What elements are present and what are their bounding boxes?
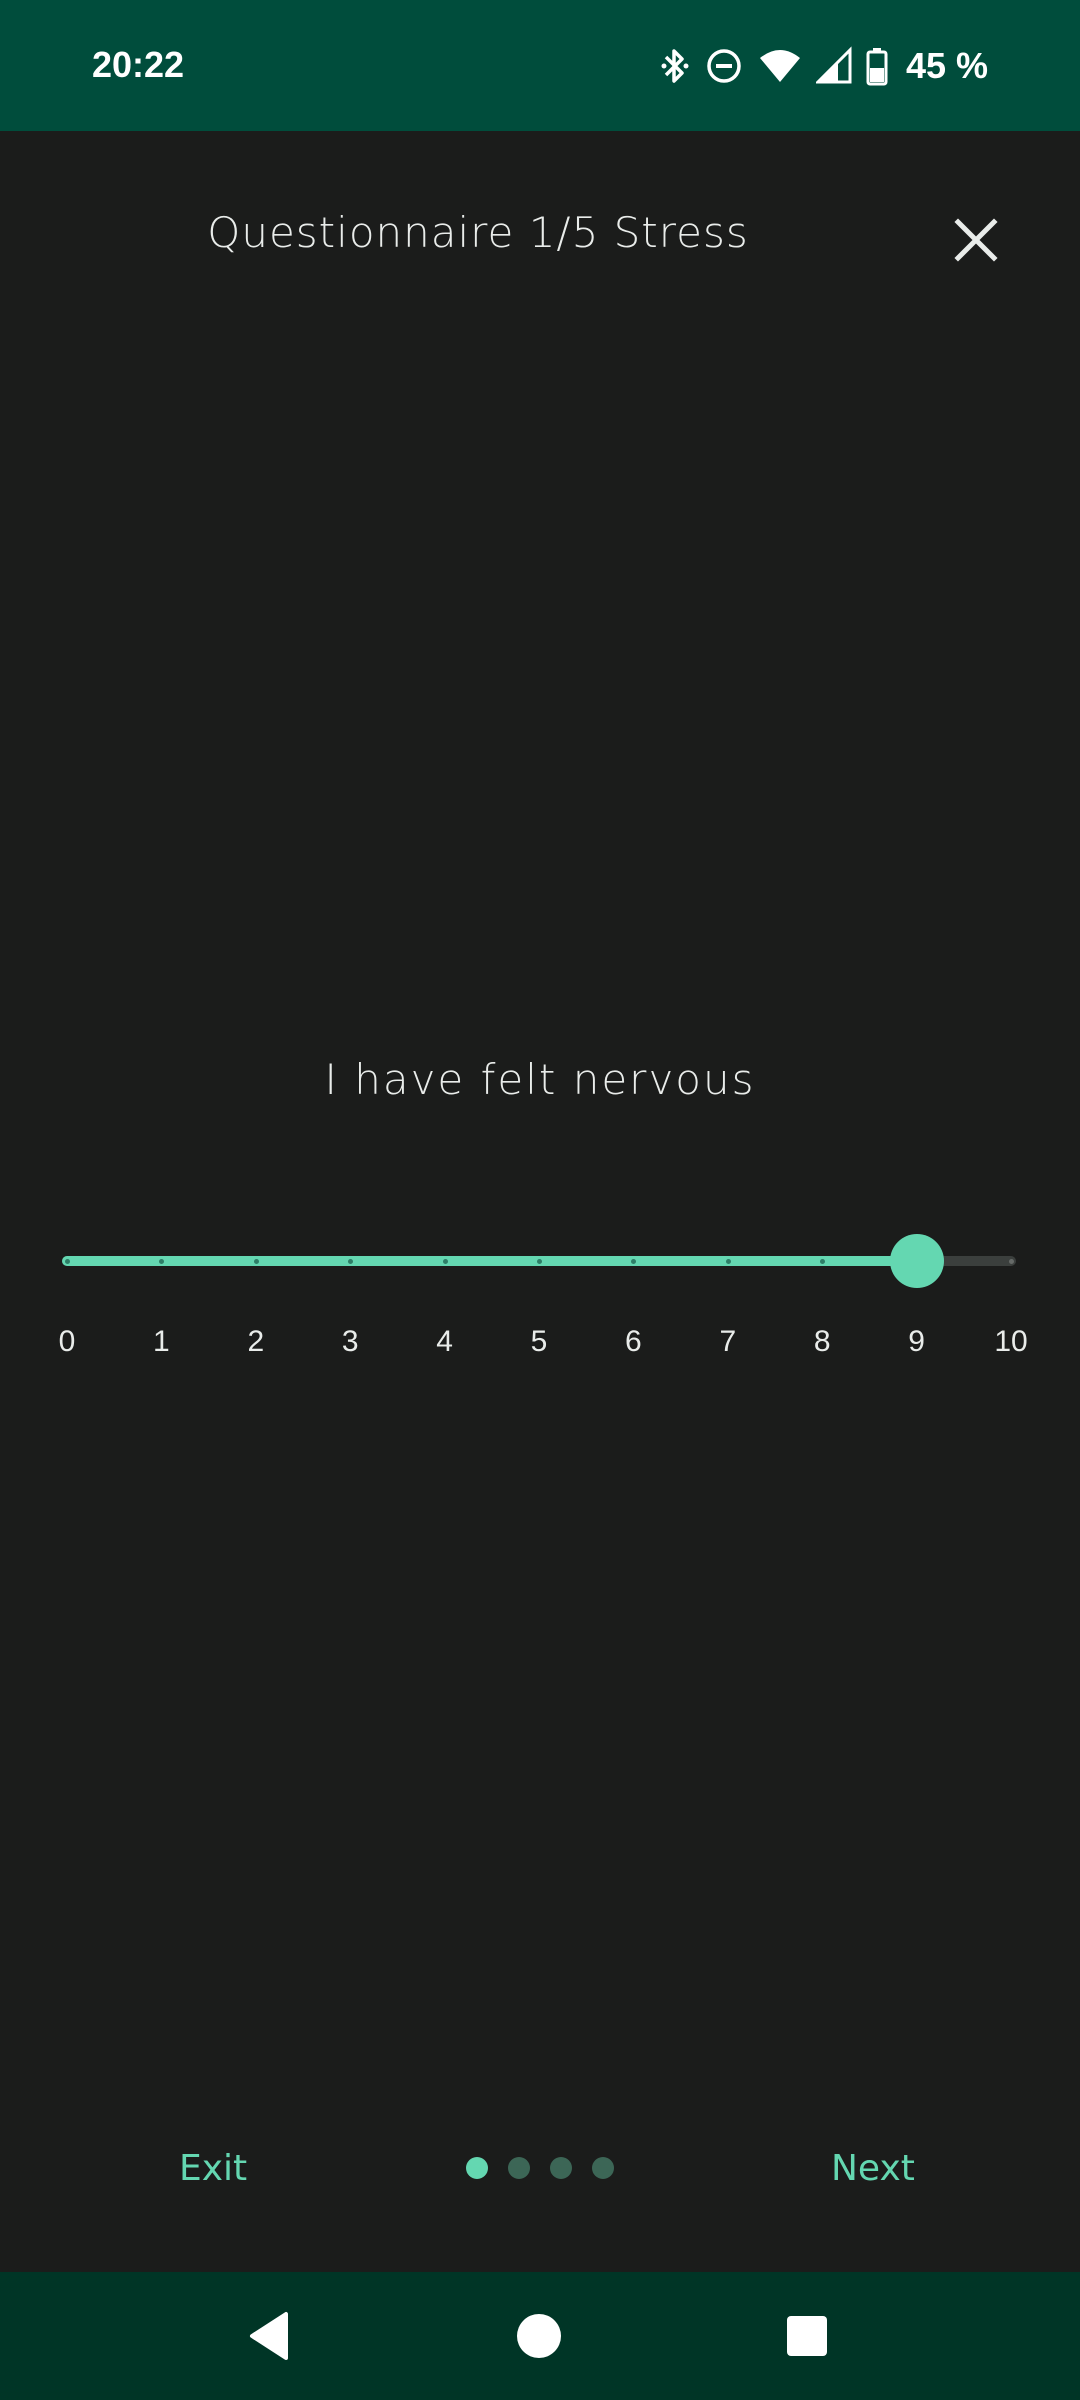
navigation-bar (0, 2272, 1080, 2400)
status-icons: 45 % (660, 44, 988, 88)
slider-scale-labels: 0 1 2 3 4 5 6 7 8 9 10 (0, 1325, 1080, 1375)
slider-scale-label: 6 (625, 1325, 642, 1358)
slider-tick (442, 1259, 448, 1264)
status-bar: 20:22 45 % (0, 0, 1080, 131)
exit-button[interactable]: Exit (179, 2148, 247, 2189)
slider-scale-label: 9 (908, 1325, 925, 1358)
page-indicator (466, 2157, 614, 2179)
back-icon (250, 2312, 288, 2360)
page-dot (466, 2157, 488, 2179)
slider-scale-label: 5 (530, 1325, 548, 1358)
home-icon (517, 2314, 561, 2358)
slider-tick (1009, 1259, 1014, 1264)
wifi-icon (758, 46, 802, 86)
slider-scale-label: 3 (341, 1325, 359, 1358)
slider-scale-label: 10 (994, 1325, 1028, 1358)
screen: 20:22 45 % Questionnaire 1/5 Stress I ha… (0, 0, 1080, 2400)
bluetooth-icon (660, 46, 690, 86)
rating-slider[interactable] (0, 1220, 1080, 1300)
battery-icon (866, 46, 888, 86)
cellular-signal-icon (815, 46, 852, 86)
next-button[interactable]: Next (831, 2148, 915, 2189)
recents-button[interactable] (775, 2304, 839, 2368)
slider-scale-label: 8 (813, 1325, 831, 1358)
back-button[interactable] (238, 2304, 302, 2368)
slider-tick (725, 1259, 731, 1264)
slider-thumb[interactable] (889, 1234, 944, 1288)
slider-scale-label: 1 (153, 1325, 170, 1358)
page-dot (508, 2157, 530, 2179)
close-button[interactable] (946, 210, 1006, 270)
slider-track-fill (62, 1256, 917, 1266)
page-title: Questionnaire 1/5 Stress (207, 208, 749, 257)
slider-scale-label: 2 (247, 1325, 265, 1358)
home-button[interactable] (507, 2304, 571, 2368)
do-not-disturb-icon (704, 46, 744, 86)
page-dot (550, 2157, 572, 2179)
close-icon (954, 218, 998, 262)
slider-scale-label: 0 (58, 1325, 76, 1358)
slider-tick (65, 1259, 70, 1264)
slider-tick (537, 1259, 542, 1264)
recents-icon (787, 2316, 827, 2356)
question-text: I have felt nervous (324, 1055, 756, 1104)
slider-tick (253, 1259, 259, 1264)
status-time: 20:22 (92, 44, 185, 85)
battery-percentage: 45 % (905, 45, 988, 86)
page-dot (592, 2157, 614, 2179)
slider-scale-label: 7 (719, 1325, 737, 1358)
slider-scale-label: 4 (436, 1325, 453, 1358)
